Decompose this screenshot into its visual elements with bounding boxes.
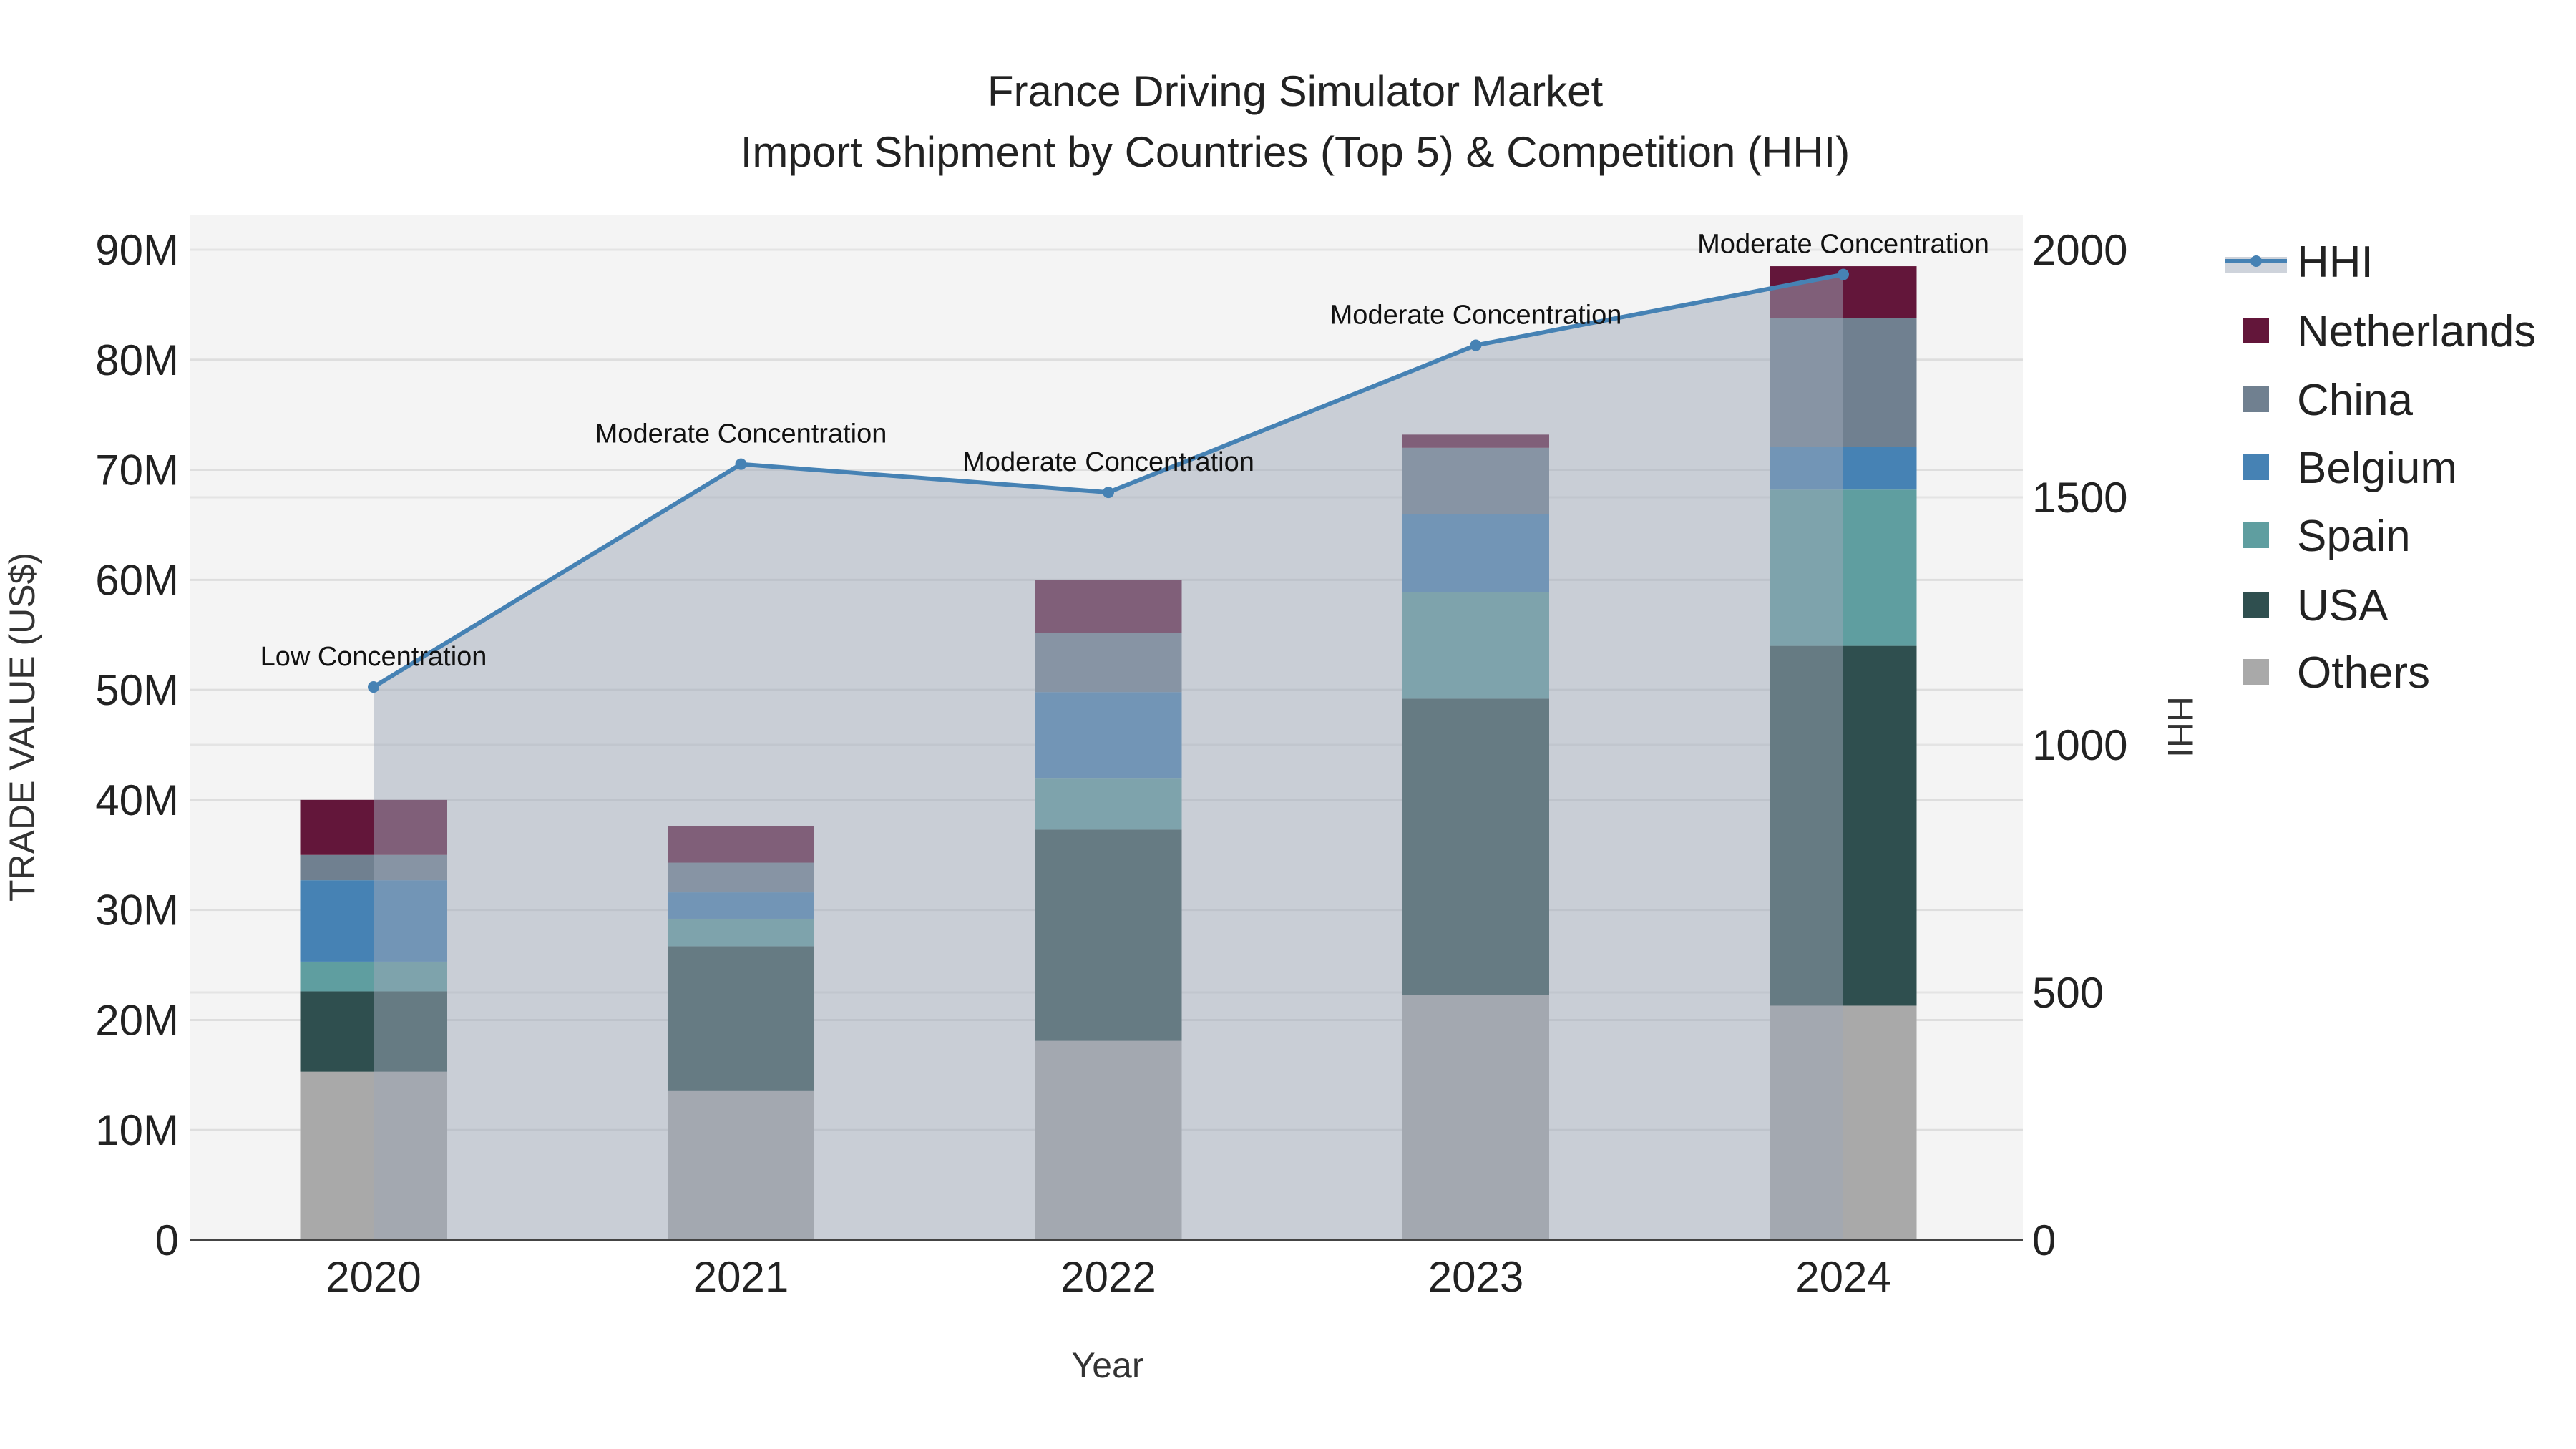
hhi-point (735, 458, 747, 470)
legend-swatch-belgium (2243, 454, 2269, 480)
legend-swatch-spain (2243, 522, 2269, 548)
y2-tick-label: 1500 (2032, 474, 2127, 522)
y-tick-label: 10M (95, 1106, 179, 1154)
x-axis-title: Year (1071, 1345, 1143, 1385)
x-tick-label: 2023 (1428, 1253, 1523, 1301)
legend-label-usa: USA (2297, 581, 2389, 630)
chart-title: France Driving Simulator Market (987, 67, 1604, 115)
legend-label-netherlands: Netherlands (2297, 307, 2536, 356)
chart-subtitle: Import Shipment by Countries (Top 5) & C… (741, 128, 1850, 176)
legend: HHI Netherlands China Belgium Spain USA Others (2225, 238, 2536, 698)
chart: 0 10M 20M 30M 40M 50M 60M 70M 80M 90M 0 500 1000 1500… (2, 67, 2536, 1385)
x-tick-label: 2020 (326, 1253, 421, 1301)
y-tick-label: 70M (95, 447, 179, 494)
hhi-annotation: Moderate Concentration (1330, 301, 1622, 331)
y-tick-label: 0 (155, 1216, 179, 1264)
hhi-annotation: Moderate Concentration (595, 419, 887, 449)
legend-label-others: Others (2297, 648, 2430, 698)
x-tick-label: 2024 (1795, 1253, 1890, 1301)
hhi-annotation: Moderate Concentration (962, 447, 1254, 477)
y-tick-label: 30M (95, 887, 179, 935)
legend-label-belgium: Belgium (2297, 444, 2457, 493)
legend-swatch-usa (2243, 592, 2269, 618)
legend-swatch-others (2243, 659, 2269, 685)
y-axis-title: TRADE VALUE (US$) (2, 552, 42, 902)
y2-tick-label: 1000 (2032, 721, 2127, 769)
y-tick-label: 20M (95, 996, 179, 1044)
hhi-annotation: Moderate Concentration (1697, 230, 1989, 260)
y-tick-label: 60M (95, 556, 179, 604)
y2-tick-label: 0 (2032, 1216, 2056, 1264)
hhi-point (1103, 487, 1114, 499)
x-tick-label: 2022 (1060, 1253, 1156, 1301)
legend-label-hhi: HHI (2297, 238, 2373, 287)
legend-swatch-netherlands (2243, 318, 2269, 343)
x-tick-label: 2021 (693, 1253, 789, 1301)
legend-hhi-marker (2250, 255, 2262, 267)
hhi-point (1838, 268, 1849, 280)
hhi-annotation: Low Concentration (260, 642, 487, 672)
y-tick-label: 90M (95, 226, 179, 274)
legend-swatch-china (2243, 386, 2269, 412)
y2-tick-label: 500 (2032, 969, 2104, 1017)
y2-axis-title: HHI (2160, 696, 2200, 758)
legend-label-spain: Spain (2297, 512, 2411, 561)
y-tick-label: 50M (95, 666, 179, 714)
y-tick-label: 80M (95, 336, 179, 384)
legend-label-china: China (2297, 376, 2414, 425)
hhi-point (1470, 339, 1482, 351)
y-tick-label: 40M (95, 776, 179, 824)
y2-tick-label: 2000 (2032, 226, 2127, 274)
hhi-point (368, 681, 379, 693)
